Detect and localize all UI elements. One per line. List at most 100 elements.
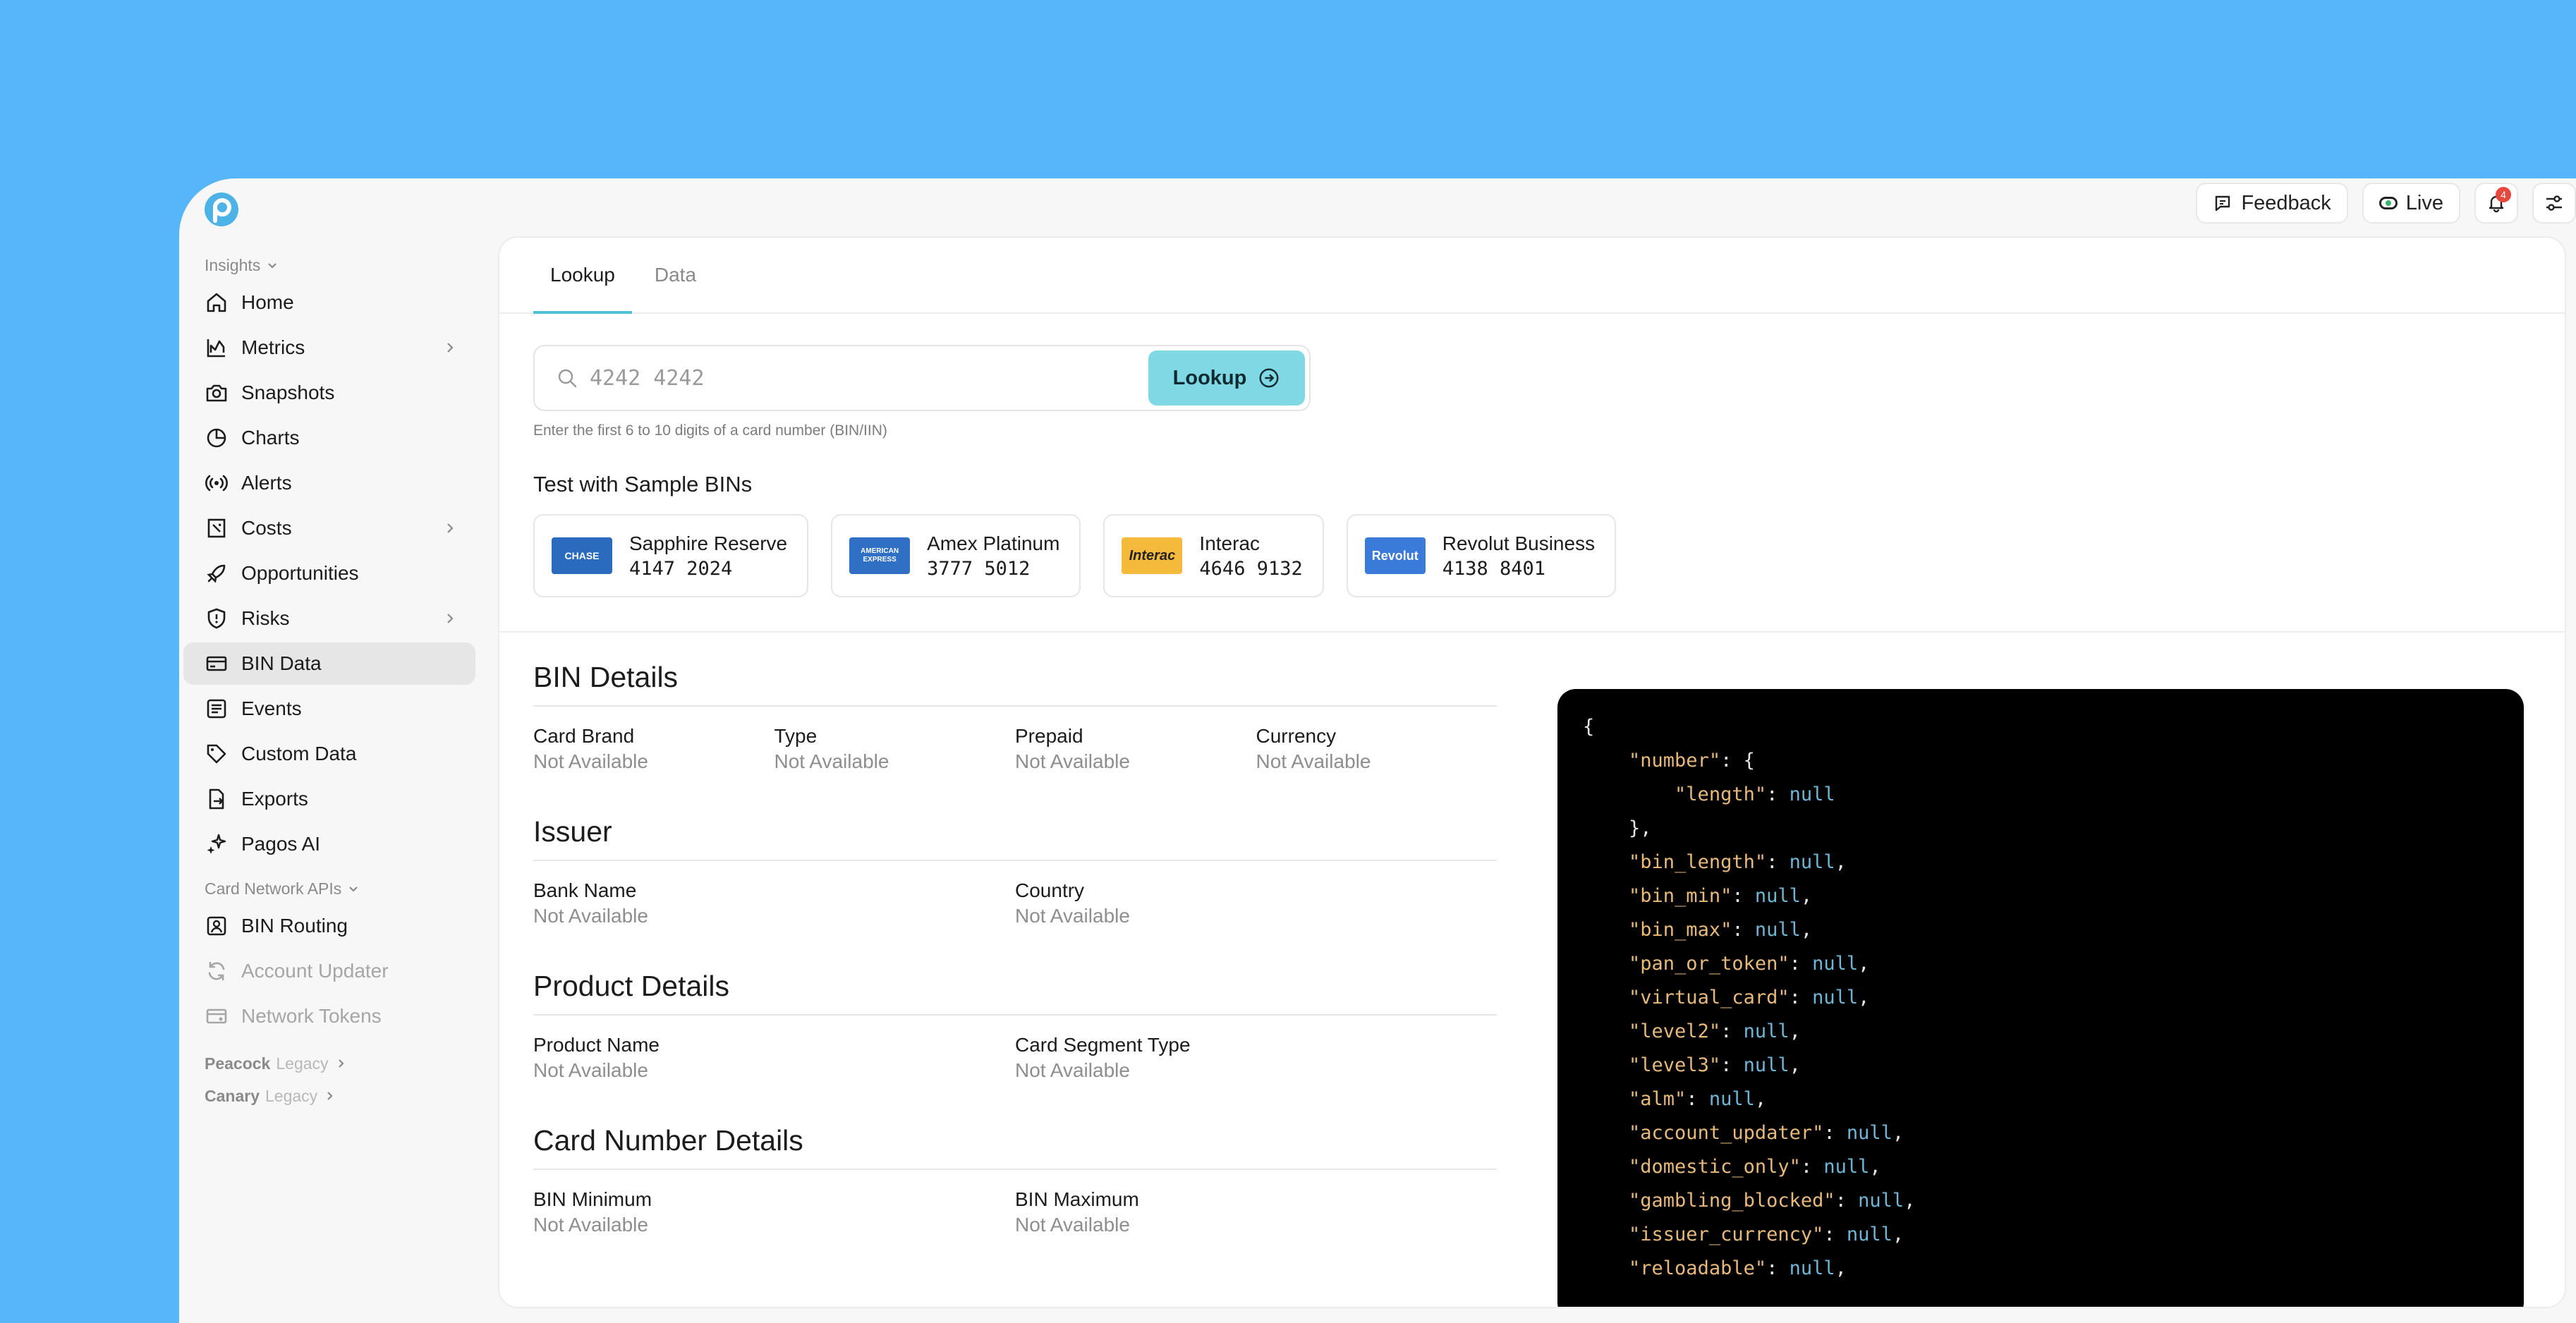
- sidebar-item-alerts[interactable]: Alerts: [183, 462, 475, 504]
- chevron-right-icon: [447, 523, 454, 533]
- pagos-logo-icon[interactable]: [203, 191, 240, 228]
- lookup-button[interactable]: Lookup: [1148, 350, 1305, 406]
- sidebar-item-events[interactable]: Events: [183, 688, 475, 730]
- sidebar-item-network-tokens[interactable]: Network Tokens: [183, 995, 475, 1037]
- arrow-right-circle-icon: [1259, 368, 1279, 388]
- sidebar-item-label: Snapshots: [241, 382, 335, 403]
- sample-card-revolut-business[interactable]: Revolut Revolut Business 4138 8401: [1346, 514, 1617, 597]
- field-value: Not Available: [1015, 750, 1130, 772]
- routing-icon: [207, 916, 226, 936]
- sample-bins: CHASE Sapphire Reserve 4147 2024 AMERICA…: [533, 514, 1617, 597]
- sample-bin: 4138 8401: [1442, 557, 1546, 580]
- sidebar-item-opportunities[interactable]: Opportunities: [183, 552, 475, 595]
- section-card-number-details: Card Number Details BIN Minimum Not Avail…: [533, 1124, 1497, 1236]
- sidebar-item-exports[interactable]: Exports: [183, 778, 475, 820]
- sidebar-item-charts[interactable]: Charts: [183, 417, 475, 459]
- sample-card-sapphire-reserve[interactable]: CHASE Sapphire Reserve 4147 2024: [533, 514, 809, 597]
- code-line: "issuer_currency": null,: [1629, 1224, 1904, 1245]
- tab-bar: Lookup Data: [499, 238, 2565, 314]
- field-value: Not Available: [1015, 905, 1130, 927]
- topbar-actions: Feedback Live 4: [2196, 183, 2576, 224]
- code-line: "gambling_blocked": null,: [1629, 1190, 1916, 1212]
- field-label: Card Brand: [533, 725, 635, 747]
- code-line: "account_updater": null,: [1629, 1122, 1904, 1144]
- tab-data[interactable]: Data: [638, 238, 713, 312]
- tab-lookup[interactable]: Lookup: [533, 238, 632, 314]
- field-value: Not Available: [533, 1059, 648, 1081]
- chevron-right-icon: [447, 614, 454, 623]
- json-response-panel[interactable]: { "number": { "length": null }, "bin_len…: [1557, 689, 2524, 1307]
- camera-icon: [206, 384, 227, 402]
- field-label: Card Segment Type: [1015, 1034, 1191, 1056]
- metrics-icon: [207, 339, 225, 358]
- notifications-button[interactable]: 4: [2474, 183, 2518, 224]
- sample-card-interac[interactable]: Interac Interac 4646 9132: [1103, 514, 1324, 597]
- sidebar-item-label: Exports: [241, 788, 308, 810]
- sidebar-item-custom-data[interactable]: Custom Data: [183, 733, 475, 775]
- sidebar-item-pagos-ai[interactable]: Pagos AI: [183, 823, 475, 865]
- main-panel: Lookup Data Lookup Enter the first 6 to …: [498, 236, 2566, 1308]
- field-value: Not Available: [533, 750, 648, 772]
- field-bank-name: Bank Name Not Available: [533, 879, 1015, 927]
- card-icon: [206, 656, 227, 671]
- field-value: Not Available: [1256, 750, 1371, 772]
- sidebar-item-metrics[interactable]: Metrics: [183, 327, 475, 369]
- home-icon: [207, 293, 226, 312]
- field-value: Not Available: [774, 750, 889, 772]
- field-label: Prepaid: [1015, 725, 1083, 747]
- feedback-button[interactable]: Feedback: [2196, 183, 2348, 224]
- chevron-down-icon: [268, 263, 277, 269]
- peacock-legacy-link[interactable]: Peacock Legacy: [179, 1047, 490, 1080]
- shield-icon: [207, 608, 226, 629]
- bin-search-input[interactable]: [590, 365, 1083, 391]
- section-bin-details: BIN Details Card Brand Not Available Type…: [533, 661, 1497, 773]
- sidebar-item-label: Alerts: [241, 472, 292, 494]
- file-export-icon: [209, 788, 224, 810]
- field-bin-minimum: BIN Minimum Not Available: [533, 1188, 1015, 1236]
- sidebar-item-label: Home: [241, 291, 294, 313]
- field-label: BIN Minimum: [533, 1188, 652, 1210]
- sidebar-item-home[interactable]: Home: [183, 281, 475, 324]
- chevron-right-icon: [338, 1059, 344, 1068]
- field-value: Not Available: [533, 905, 648, 927]
- field-value: Not Available: [1015, 1214, 1130, 1236]
- sidebar-item-costs[interactable]: Costs: [183, 507, 475, 549]
- sidebar-item-label: Network Tokens: [241, 1005, 382, 1027]
- sidebar-item-bin-routing[interactable]: BIN Routing: [183, 905, 475, 947]
- search-icon: [558, 369, 577, 388]
- sidebar-item-account-updater[interactable]: Account Updater: [183, 950, 475, 992]
- live-label: Live: [2405, 191, 2443, 214]
- field-bin-maximum: BIN Maximum Not Available: [1015, 1188, 1497, 1236]
- code-line: "alm": null,: [1629, 1088, 1767, 1110]
- toggle-icon: [2378, 197, 2398, 209]
- list-icon: [207, 699, 226, 719]
- insights-section-toggle[interactable]: Insights: [179, 249, 490, 281]
- card-network-section-label: Card Network APIs: [205, 879, 342, 898]
- sample-card-amex-platinum[interactable]: AMERICAN EXPRESS Amex Platinum 3777 5012: [831, 514, 1081, 597]
- sidebar-item-label: Costs: [241, 517, 292, 539]
- canary-legacy-link[interactable]: Canary Legacy: [179, 1080, 490, 1112]
- amex-logo-icon: AMERICAN EXPRESS: [849, 537, 911, 574]
- field-label: Currency: [1256, 725, 1337, 747]
- section-issuer: Issuer Bank Name Not Available Country Not…: [533, 815, 1497, 927]
- sample-name: Sapphire Reserve: [629, 532, 788, 554]
- revolut-logo-icon: Revolut: [1364, 537, 1426, 574]
- field-country: Country Not Available: [1015, 879, 1497, 927]
- settings-button[interactable]: [2532, 183, 2576, 224]
- notification-badge: 4: [2496, 187, 2511, 202]
- code-line: },: [1629, 817, 1652, 839]
- sample-bin: 3777 5012: [927, 557, 1031, 580]
- code-line: "level2": null,: [1629, 1020, 1801, 1042]
- sidebar-item-bin-data[interactable]: BIN Data: [183, 642, 475, 685]
- card-network-section-toggle[interactable]: Card Network APIs: [179, 872, 490, 905]
- sidebar-item-label: Pagos AI: [241, 833, 321, 855]
- live-mode-toggle[interactable]: Live: [2362, 183, 2460, 224]
- sidebar-item-snapshots[interactable]: Snapshots: [183, 372, 475, 414]
- field-label: Product Name: [533, 1034, 660, 1056]
- receipt-icon: [207, 518, 226, 538]
- sidebar-item-risks[interactable]: Risks: [183, 597, 475, 640]
- field-label: BIN Maximum: [1015, 1188, 1139, 1210]
- chase-logo-icon: CHASE: [552, 537, 612, 574]
- code-line: "length": null: [1675, 784, 1835, 805]
- sparkle-icon: [207, 834, 226, 854]
